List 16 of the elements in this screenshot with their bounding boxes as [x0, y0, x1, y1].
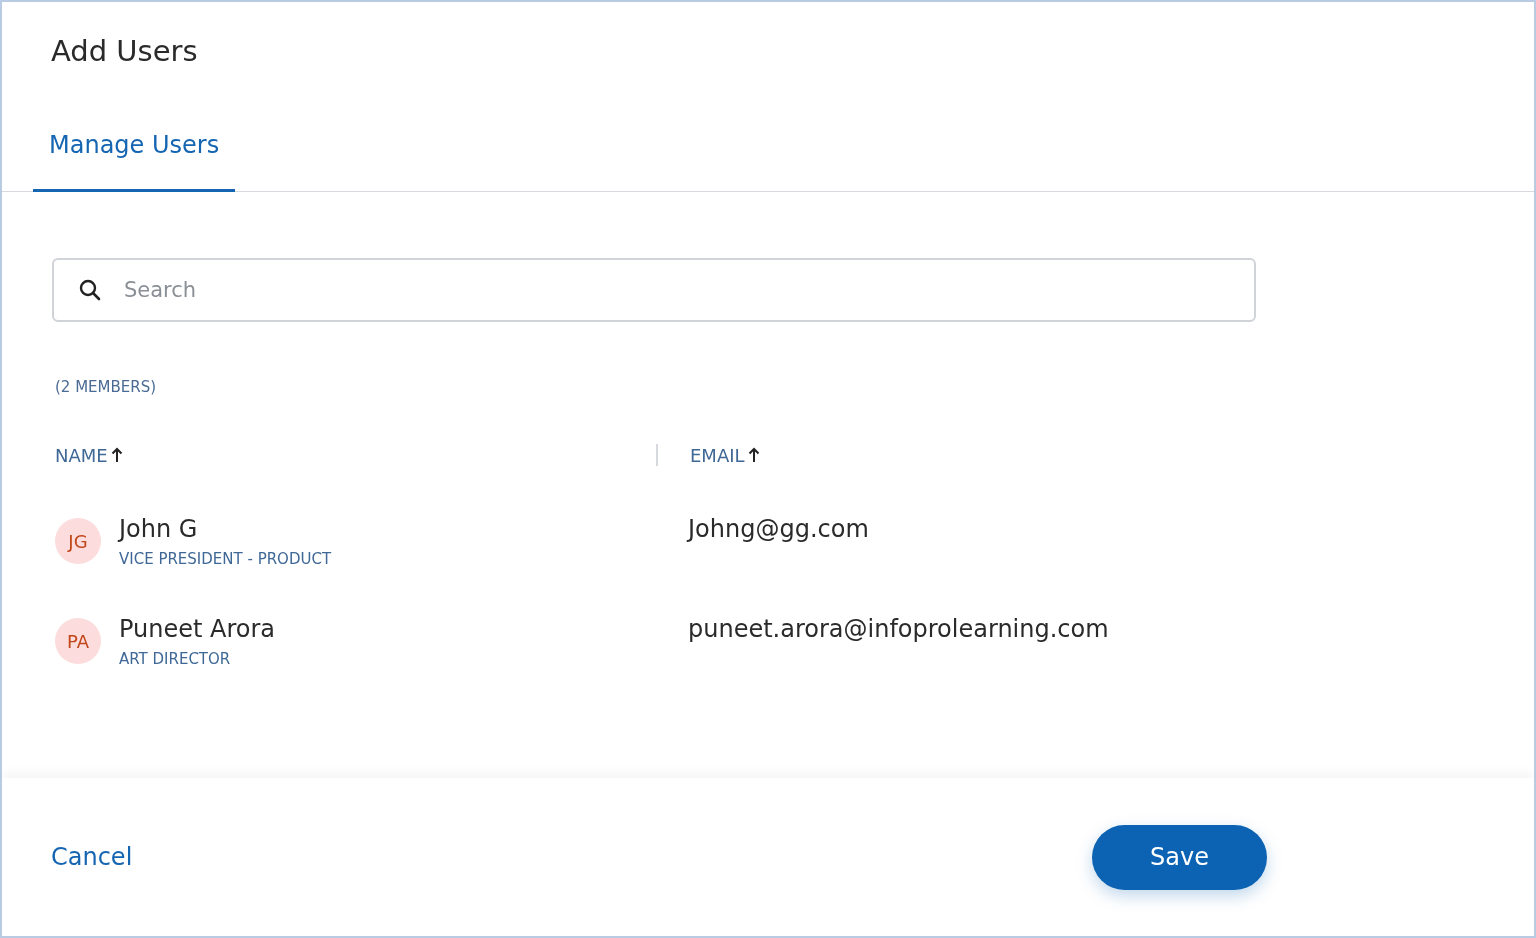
- user-email: Johng@gg.com: [688, 514, 869, 544]
- avatar: JG: [55, 518, 101, 564]
- member-count: (2 MEMBERS): [55, 378, 157, 396]
- column-header[interactable]: EMAIL: [687, 444, 760, 466]
- cancel-link[interactable]: Cancel: [51, 843, 133, 871]
- user-name: Puneet Arora: [119, 614, 276, 644]
- tab[interactable]: Manage Users: [33, 131, 236, 192]
- user-email: puneet.arora@infoprolearning.com: [688, 614, 1109, 644]
- user-role: VICE PRESIDENT - PRODUCT: [119, 550, 332, 568]
- avatar: PA: [55, 618, 101, 664]
- search-field[interactable]: Search: [52, 258, 1256, 322]
- save-button[interactable]: Save: [1092, 824, 1267, 890]
- user-name: John G: [119, 514, 198, 544]
- dialog-title: Add Users: [51, 33, 198, 70]
- user-role: ART DIRECTOR: [119, 650, 231, 668]
- column-header[interactable]: NAME: [52, 444, 123, 466]
